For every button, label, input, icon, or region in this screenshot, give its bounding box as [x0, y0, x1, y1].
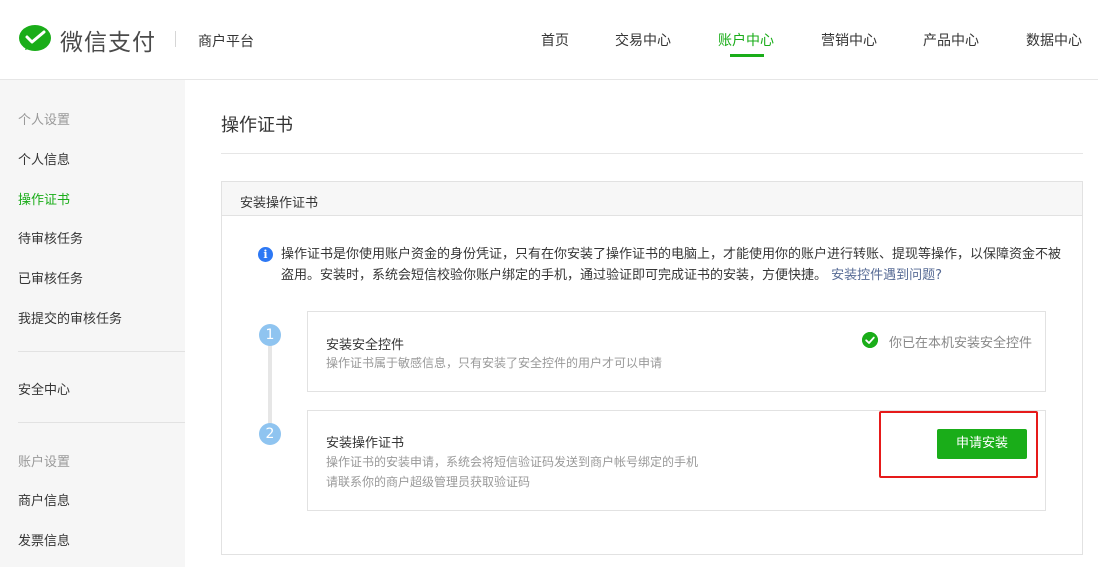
- nav-marketing[interactable]: 营销中心: [821, 30, 877, 50]
- status-text: 你已在本机安装安全控件: [889, 336, 1033, 351]
- step-number: 2: [259, 423, 281, 445]
- check-circle-icon: [862, 332, 878, 348]
- nav-home[interactable]: 首页: [541, 30, 569, 50]
- step-description: 请联系你的商户超级管理员获取验证码: [326, 475, 531, 489]
- sidebar-item-pending-review[interactable]: 待审核任务: [18, 228, 83, 247]
- nav-account[interactable]: 账户中心: [718, 30, 774, 50]
- nav-products[interactable]: 产品中心: [923, 30, 979, 50]
- info-icon: i: [258, 247, 273, 262]
- step-title: 安装安全控件: [326, 338, 405, 353]
- sidebar-group-personal: 个人设置: [18, 113, 71, 128]
- sidebar-item-my-submissions[interactable]: 我提交的审核任务: [18, 308, 122, 327]
- panel-header: 安装操作证书: [222, 182, 1082, 216]
- info-text: 操作证书是你使用账户资金的身份凭证，只有在你安装了操作证书的电脑上，才能使用你的…: [281, 247, 1062, 283]
- apply-install-button[interactable]: 申请安装: [937, 429, 1027, 459]
- sidebar-item-reviewed[interactable]: 已审核任务: [18, 268, 83, 287]
- page-title: 操作证书: [221, 115, 293, 136]
- sidebar-divider: [18, 422, 185, 423]
- help-link[interactable]: 安装控件遇到问题?: [831, 268, 942, 283]
- nav-active-indicator: [730, 54, 764, 57]
- sidebar-item-merchant-info[interactable]: 商户信息: [18, 490, 70, 509]
- sidebar-item-personal-info[interactable]: 个人信息: [18, 149, 70, 168]
- sidebar-group-account: 账户设置: [18, 455, 71, 470]
- brand-subtitle: 商户平台: [198, 34, 254, 50]
- sidebar-item-certificate[interactable]: 操作证书: [18, 189, 70, 208]
- brand-name[interactable]: 微信支付: [60, 23, 156, 57]
- info-message: 操作证书是你使用账户资金的身份凭证，只有在你安装了操作证书的电脑上，才能使用你的…: [281, 244, 1071, 286]
- sidebar: 个人设置 个人信息 操作证书 待审核任务 已审核任务 我提交的审核任务 安全中心…: [0, 80, 185, 567]
- step-title: 安装操作证书: [326, 436, 405, 451]
- sidebar-item-security[interactable]: 安全中心: [18, 379, 70, 398]
- top-header: 微信支付 商户平台 首页 交易中心 账户中心 营销中心 产品中心 数据中心: [0, 0, 1098, 80]
- step-description: 操作证书的安装申请，系统会将短信验证码发送到商户帐号绑定的手机: [326, 455, 699, 469]
- panel-heading: 安装操作证书: [240, 196, 319, 211]
- wechat-pay-logo-icon[interactable]: [18, 24, 52, 54]
- nav-transactions[interactable]: 交易中心: [615, 30, 671, 50]
- step-card-security-control: 安装安全控件 操作证书属于敏感信息，只有安装了安全控件的用户才可以申请 你已在本…: [307, 311, 1046, 392]
- nav-data[interactable]: 数据中心: [1026, 30, 1082, 50]
- sidebar-divider: [18, 351, 185, 352]
- brand-divider: [175, 31, 176, 47]
- sidebar-item-invoice-info[interactable]: 发票信息: [18, 530, 70, 549]
- title-divider: [221, 153, 1083, 154]
- step-description: 操作证书属于敏感信息，只有安装了安全控件的用户才可以申请: [326, 356, 663, 370]
- step-connector: [268, 345, 272, 425]
- step-number: 1: [259, 324, 281, 346]
